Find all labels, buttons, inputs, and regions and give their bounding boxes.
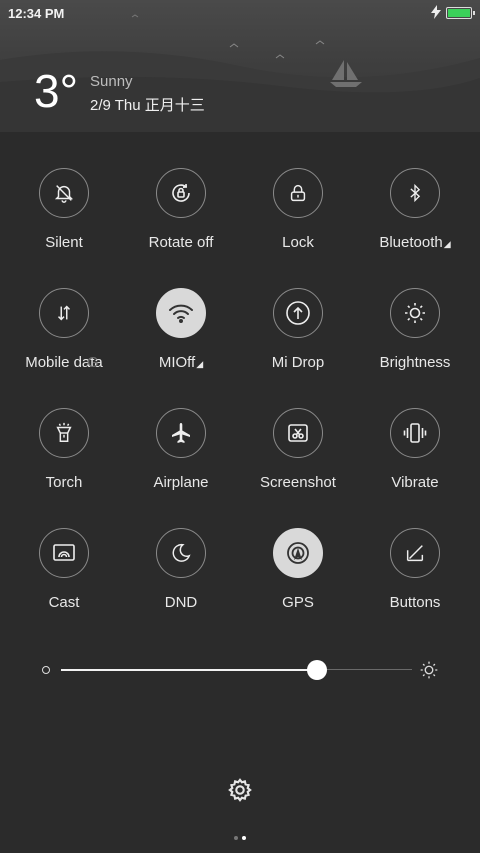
toggle-label: Torch — [45, 474, 83, 491]
toggle-wifi[interactable]: G MIOff◢ — [87, 288, 239, 388]
bluetooth-icon — [410, 183, 421, 203]
toggle-silent-circle[interactable] — [39, 168, 89, 218]
toggle-bluetooth[interactable]: Bluetooth◢ — [357, 168, 473, 268]
toggle-label: Cast — [48, 594, 80, 611]
toggle-label: GPS — [282, 594, 314, 611]
lightning-icon — [431, 5, 441, 19]
toggle-vibrate[interactable]: Vibrate — [357, 408, 473, 508]
toggle-rotate[interactable]: Rotate off — [123, 168, 239, 268]
wifi-network-name: MIOff — [158, 354, 196, 371]
toggle-wifi-circle[interactable] — [156, 288, 206, 338]
page-dot — [234, 836, 238, 840]
toggle-bluetooth-circle[interactable] — [390, 168, 440, 218]
cast-icon — [53, 544, 75, 561]
toggle-lock-circle[interactable] — [273, 168, 323, 218]
toggle-screenshot[interactable]: Screenshot — [240, 408, 356, 508]
toggle-mobile-data[interactable]: Mobile data — [6, 288, 122, 388]
gear-icon[interactable] — [226, 776, 254, 804]
brightness-high-icon — [420, 661, 438, 679]
sun-icon — [405, 303, 425, 323]
toggle-label: DND — [164, 594, 198, 611]
toggle-label: Mobile data — [25, 354, 103, 371]
toggle-cast[interactable]: Cast — [6, 528, 122, 628]
brightness-slider[interactable] — [40, 658, 440, 682]
brightness-low-icon — [42, 666, 50, 674]
upload-icon — [286, 301, 310, 325]
temperature: 3° — [34, 65, 78, 117]
bluetooth-label-text: Bluetooth — [379, 234, 443, 251]
page-indicator — [232, 827, 248, 845]
page-dot-active — [242, 836, 246, 840]
toggle-label: Screenshot — [260, 474, 336, 491]
toggle-lock[interactable]: Lock — [240, 168, 356, 268]
toggle-cast-circle[interactable] — [39, 528, 89, 578]
battery-icon — [446, 7, 475, 19]
toggle-airplane[interactable]: Airplane — [123, 408, 239, 508]
bell-off-icon — [54, 185, 74, 203]
toggle-brightness-circle[interactable] — [390, 288, 440, 338]
toggle-label: Brightness — [379, 354, 451, 371]
toggle-silent[interactable]: Silent — [6, 168, 122, 268]
toggle-dnd[interactable]: DND — [123, 528, 239, 628]
toggle-label: Lock — [282, 234, 314, 251]
toggle-label: Vibrate — [391, 474, 439, 491]
weather-condition: Sunny — [90, 73, 133, 90]
toggle-vibrate-circle[interactable] — [390, 408, 440, 458]
toggle-label: Bluetooth◢ — [357, 234, 473, 251]
buttons-off-icon — [406, 545, 424, 562]
moon-icon — [172, 543, 191, 562]
lock-icon — [290, 184, 306, 202]
toggle-gps-circle[interactable] — [273, 528, 323, 578]
toggle-dnd-circle[interactable] — [156, 528, 206, 578]
toggle-buttons-circle[interactable] — [390, 528, 440, 578]
toggle-brightness[interactable]: Brightness — [357, 288, 473, 388]
vibrate-icon — [403, 423, 427, 443]
expand-arrow-icon: ◢ — [443, 239, 451, 249]
toggle-buttons[interactable]: Buttons — [357, 528, 473, 628]
toggle-label: Airplane — [153, 474, 209, 491]
slider-track-empty[interactable] — [317, 669, 412, 670]
toggle-label: Buttons — [389, 594, 441, 611]
date-label: 2/9 Thu 正月十三 — [90, 97, 205, 114]
wifi-icon — [169, 304, 193, 323]
wifi-label-scroll-ghost: G — [87, 354, 99, 371]
toggle-torch-circle[interactable] — [39, 408, 89, 458]
toggle-label: Mi Drop — [271, 354, 325, 371]
toggle-torch[interactable]: Torch — [6, 408, 122, 508]
expand-arrow-icon: ◢ — [196, 359, 204, 369]
toggle-label: Silent — [45, 234, 83, 251]
battery-level — [448, 9, 470, 17]
toggle-gps[interactable]: GPS — [240, 528, 356, 628]
toggle-mi-drop-circle[interactable] — [273, 288, 323, 338]
slider-thumb[interactable] — [307, 660, 327, 680]
toggle-mi-drop[interactable]: Mi Drop — [240, 288, 356, 388]
toggle-mobile-data-circle[interactable] — [39, 288, 89, 338]
location-icon — [287, 542, 309, 564]
toggle-label: G MIOff◢ — [87, 354, 239, 371]
status-time: 12:34 PM — [8, 6, 65, 21]
rotate-lock-icon — [172, 183, 190, 202]
scissors-icon — [288, 424, 308, 442]
toggle-airplane-circle[interactable] — [156, 408, 206, 458]
toggle-label: Rotate off — [148, 234, 214, 251]
toggle-rotate-circle[interactable] — [156, 168, 206, 218]
flashlight-icon — [56, 422, 72, 442]
airplane-icon — [172, 423, 190, 443]
slider-track-filled[interactable] — [61, 669, 317, 671]
status-bar: 12:34 PM — [0, 0, 480, 28]
toggle-screenshot-circle[interactable] — [273, 408, 323, 458]
data-arrows-icon — [57, 305, 71, 321]
